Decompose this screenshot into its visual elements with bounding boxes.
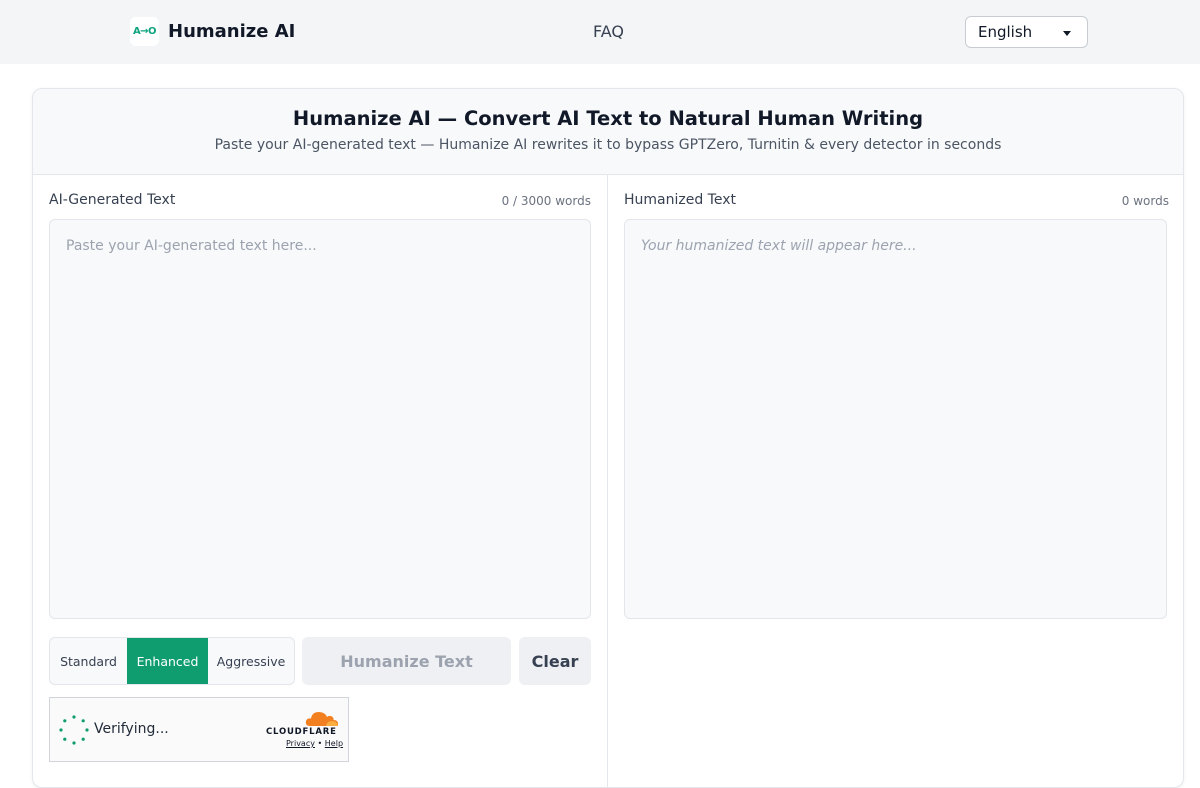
mode-standard-label: Standard <box>60 653 117 669</box>
privacy-link[interactable]: Privacy <box>286 739 315 748</box>
captcha-status: Verifying... <box>94 721 169 737</box>
top-navbar: A→O Humanize AI FAQ English <box>0 0 1200 64</box>
mode-standard[interactable]: Standard <box>50 638 127 684</box>
mode-enhanced-label: Enhanced <box>136 653 199 669</box>
clear-button[interactable]: Clear <box>519 637 591 685</box>
input-label: AI-Generated Text <box>49 192 176 208</box>
loading-spinner-icon <box>59 715 89 745</box>
captcha-links: Privacy • Help <box>286 739 343 748</box>
cloudflare-wordmark: CLOUDFLARE <box>266 727 337 737</box>
mode-enhanced[interactable]: Enhanced <box>127 638 208 684</box>
brand[interactable]: A→O Humanize AI <box>130 17 295 46</box>
help-link[interactable]: Help <box>325 739 343 748</box>
nav-link-faq[interactable]: FAQ <box>593 22 624 41</box>
page-title: Humanize AI — Convert AI Text to Natural… <box>292 107 924 130</box>
mode-aggressive[interactable]: Aggressive <box>208 638 294 684</box>
mode-aggressive-label: Aggressive <box>216 653 286 669</box>
output-pane: Humanized Text 0 words Your humanized te… <box>609 175 1183 787</box>
humanizer-card: Humanize AI — Convert AI Text to Natural… <box>32 88 1184 788</box>
language-select[interactable]: English <box>965 16 1088 48</box>
logo-icon: A→O <box>130 17 159 46</box>
language-value: English <box>978 23 1033 41</box>
output-word-count: 0 words <box>1121 194 1169 208</box>
link-separator: • <box>317 739 323 748</box>
logo-text: A→O <box>132 26 157 37</box>
card-header: Humanize AI — Convert AI Text to Natural… <box>33 89 1183 175</box>
output-placeholder: Your humanized text will appear here... <box>641 238 917 254</box>
output-label: Humanized Text <box>624 192 736 208</box>
output-textarea[interactable]: Your humanized text will appear here... <box>624 219 1167 619</box>
input-textarea[interactable]: Paste your AI-generated text here... <box>49 219 591 619</box>
input-placeholder: Paste your AI-generated text here... <box>66 238 317 254</box>
mode-selector: Standard Enhanced Aggressive <box>49 637 295 685</box>
cloudflare-turnstile-widget[interactable]: Verifying... CLOUDFLARE Privacy • Help <box>49 697 349 762</box>
page-subtitle: Paste your AI-generated text — Humanize … <box>214 137 1002 153</box>
input-word-count: 0 / 3000 words <box>501 194 591 208</box>
humanize-button[interactable]: Humanize Text <box>302 637 511 685</box>
brand-name: Humanize AI <box>168 21 296 42</box>
cloudflare-logo-icon <box>305 712 338 726</box>
chevron-down-icon <box>1063 31 1071 36</box>
input-pane: AI-Generated Text 0 / 3000 words Paste y… <box>33 175 608 787</box>
